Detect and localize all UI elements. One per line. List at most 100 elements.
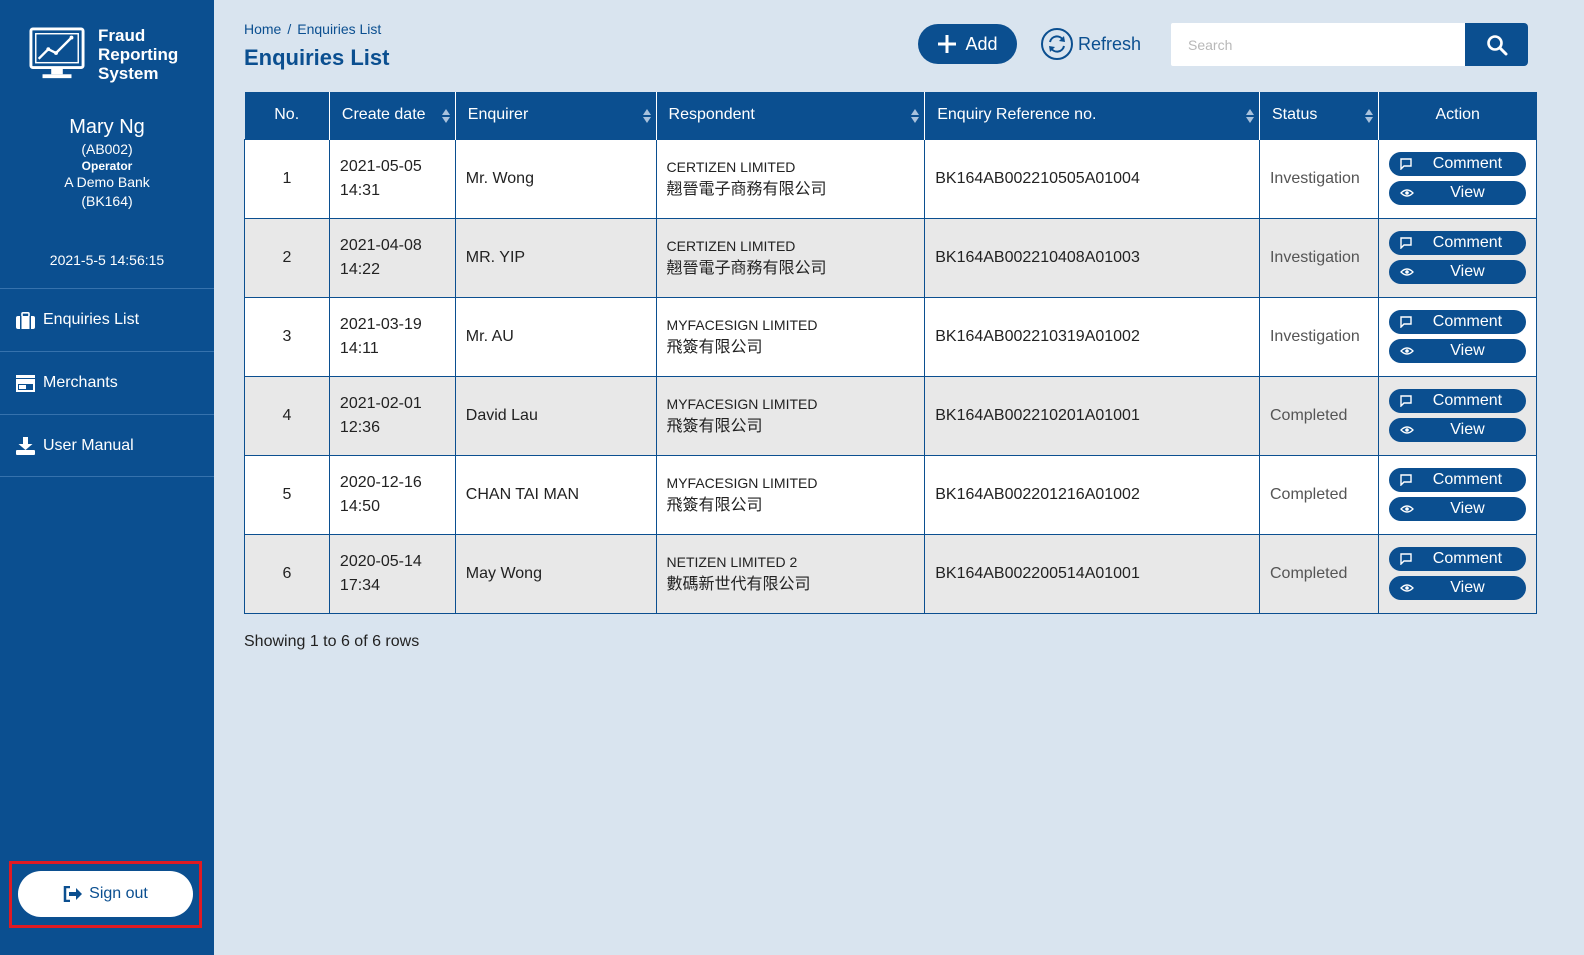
cell-no: 2 [244, 217, 330, 298]
sidebar-nav: Enquiries List Merchants User Manual [0, 288, 214, 477]
sort-icon [1364, 109, 1373, 123]
column-header-status[interactable]: Status [1259, 92, 1379, 139]
comment-button[interactable]: Comment [1388, 310, 1526, 334]
breadcrumb-separator: / [287, 21, 292, 37]
cell-respondent: MYFACESIGN LIMITED 飛簽有限公司 [655, 454, 926, 535]
cell-status: Investigation [1258, 138, 1379, 219]
search-bar [1171, 23, 1528, 66]
cell-enquirer: David Lau [454, 375, 657, 456]
cell-create-date: 2020-12-16 14:50 [328, 454, 456, 535]
sidebar-item-label: Merchants [43, 374, 118, 391]
column-header-reference[interactable]: Enquiry Reference no. [924, 92, 1260, 139]
search-input[interactable] [1171, 23, 1465, 66]
sidebar-item-label: User Manual [43, 436, 134, 454]
cell-reference: BK164AB002210319A01002 [924, 296, 1260, 377]
refresh-button[interactable]: Refresh [1040, 27, 1141, 61]
user-name: Mary Ng [69, 116, 145, 138]
cell-respondent: MYFACESIGN LIMITED 飛簽有限公司 [655, 375, 926, 456]
cell-respondent: CERTIZEN LIMITED 翹晉電子商務有限公司 [655, 138, 926, 219]
cell-respondent: NETIZEN LIMITED 2 數碼新世代有限公司 [655, 533, 926, 614]
cell-no: 5 [244, 454, 330, 535]
user-id: (AB002) [81, 141, 133, 157]
comment-button[interactable]: Comment [1388, 468, 1526, 492]
cell-create-date: 2021-02-01 12:36 [328, 375, 456, 456]
plus-icon [938, 35, 957, 53]
sort-icon [642, 109, 651, 123]
current-datetime: 2021-5-5 14:56:15 [49, 252, 165, 268]
store-icon [16, 374, 35, 392]
add-label: Add [965, 33, 998, 54]
table-header-row: No. Create date Enquirer Respondent Enqu… [244, 92, 1537, 139]
user-info: Mary Ng (AB002) Operator A Demo Bank (BK… [0, 114, 214, 212]
cell-enquirer: CHAN TAI MAN [454, 454, 657, 535]
comment-button[interactable]: Comment [1388, 152, 1526, 176]
view-button[interactable]: View [1388, 260, 1526, 284]
cell-create-date: 2021-04-08 14:22 [328, 217, 456, 298]
monitor-chart-icon [29, 27, 85, 79]
cell-status: Completed [1258, 454, 1379, 535]
table-row: 1 2021-05-05 14:31 Mr. Wong CERTIZEN LIMI… [244, 138, 1538, 219]
view-button[interactable]: View [1388, 418, 1526, 442]
cell-status: Investigation [1258, 217, 1379, 298]
cell-no: 6 [244, 533, 330, 614]
app-logo: Fraud Reporting System [28, 24, 198, 88]
view-button[interactable]: View [1388, 181, 1526, 205]
breadcrumb-home[interactable]: Home [244, 21, 281, 37]
cell-no: 4 [244, 375, 330, 456]
view-button[interactable]: View [1388, 497, 1526, 521]
view-button[interactable]: View [1388, 576, 1526, 600]
sidebar-item-enquiries-list[interactable]: Enquiries List [0, 288, 214, 351]
cell-reference: BK164AB002210201A01001 [924, 375, 1260, 456]
breadcrumb: Home / Enquiries List [244, 21, 381, 37]
cell-status: Completed [1258, 533, 1379, 614]
pagination-info: Showing 1 to 6 of 6 rows [244, 633, 420, 650]
cell-create-date: 2021-03-19 14:11 [328, 296, 456, 377]
briefcase-icon [16, 311, 35, 329]
cell-reference: BK164AB002210408A01003 [924, 217, 1260, 298]
cell-no: 3 [244, 296, 330, 377]
sidebar: Fraud Reporting System Mary Ng (AB002) O… [0, 0, 214, 955]
cell-respondent: MYFACESIGN LIMITED 飛簽有限公司 [655, 296, 926, 377]
column-header-respondent[interactable]: Respondent [656, 92, 926, 139]
comment-button[interactable]: Comment [1388, 231, 1526, 255]
search-icon [1486, 34, 1507, 55]
page-title: Enquiries List [244, 45, 390, 70]
sidebar-item-merchants[interactable]: Merchants [0, 351, 214, 414]
cell-status: Investigation [1258, 296, 1379, 377]
cell-no: 1 [244, 138, 330, 219]
cell-enquirer: May Wong [454, 533, 657, 614]
user-role: Operator [81, 159, 133, 173]
search-button[interactable] [1465, 23, 1528, 66]
sidebar-item-label: Enquiries List [43, 311, 140, 328]
bank-name: A Demo Bank [64, 174, 150, 190]
comment-button[interactable]: Comment [1388, 389, 1526, 413]
signout-label: Sign out [89, 885, 148, 902]
sort-icon [911, 109, 920, 123]
table-row: 4 2021-02-01 12:36 David Lau MYFACESIGN L… [244, 375, 1538, 456]
enquiries-table: No. Create date Enquirer Respondent Enqu… [244, 92, 1538, 614]
add-button[interactable]: Add [918, 24, 1017, 64]
signout-button[interactable]: Sign out [18, 871, 193, 917]
breadcrumb-current: Enquiries List [297, 21, 382, 37]
sort-icon [1245, 109, 1254, 123]
bank-code: (BK164) [81, 193, 133, 209]
cell-enquirer: MR. YIP [454, 217, 657, 298]
cell-action: Comment View [1377, 217, 1538, 298]
view-button[interactable]: View [1388, 339, 1526, 363]
cell-action: Comment View [1377, 454, 1538, 535]
sidebar-item-user-manual[interactable]: User Manual [0, 414, 214, 477]
cell-action: Comment View [1377, 138, 1538, 219]
column-header-enquirer[interactable]: Enquirer [455, 92, 657, 139]
cell-create-date: 2020-05-14 17:34 [328, 533, 456, 614]
cell-create-date: 2021-05-05 14:31 [328, 138, 456, 219]
column-header-no: No. [244, 92, 330, 139]
refresh-icon [1041, 28, 1073, 60]
comment-button[interactable]: Comment [1388, 547, 1526, 571]
cell-action: Comment View [1377, 296, 1538, 377]
signout-highlight: Sign out [9, 861, 202, 928]
cell-reference: BK164AB002200514A01001 [924, 533, 1260, 614]
sign-out-icon [63, 886, 83, 902]
refresh-label: Refresh [1078, 33, 1142, 54]
cell-enquirer: Mr. AU [454, 296, 657, 377]
column-header-create-date[interactable]: Create date [329, 92, 456, 139]
